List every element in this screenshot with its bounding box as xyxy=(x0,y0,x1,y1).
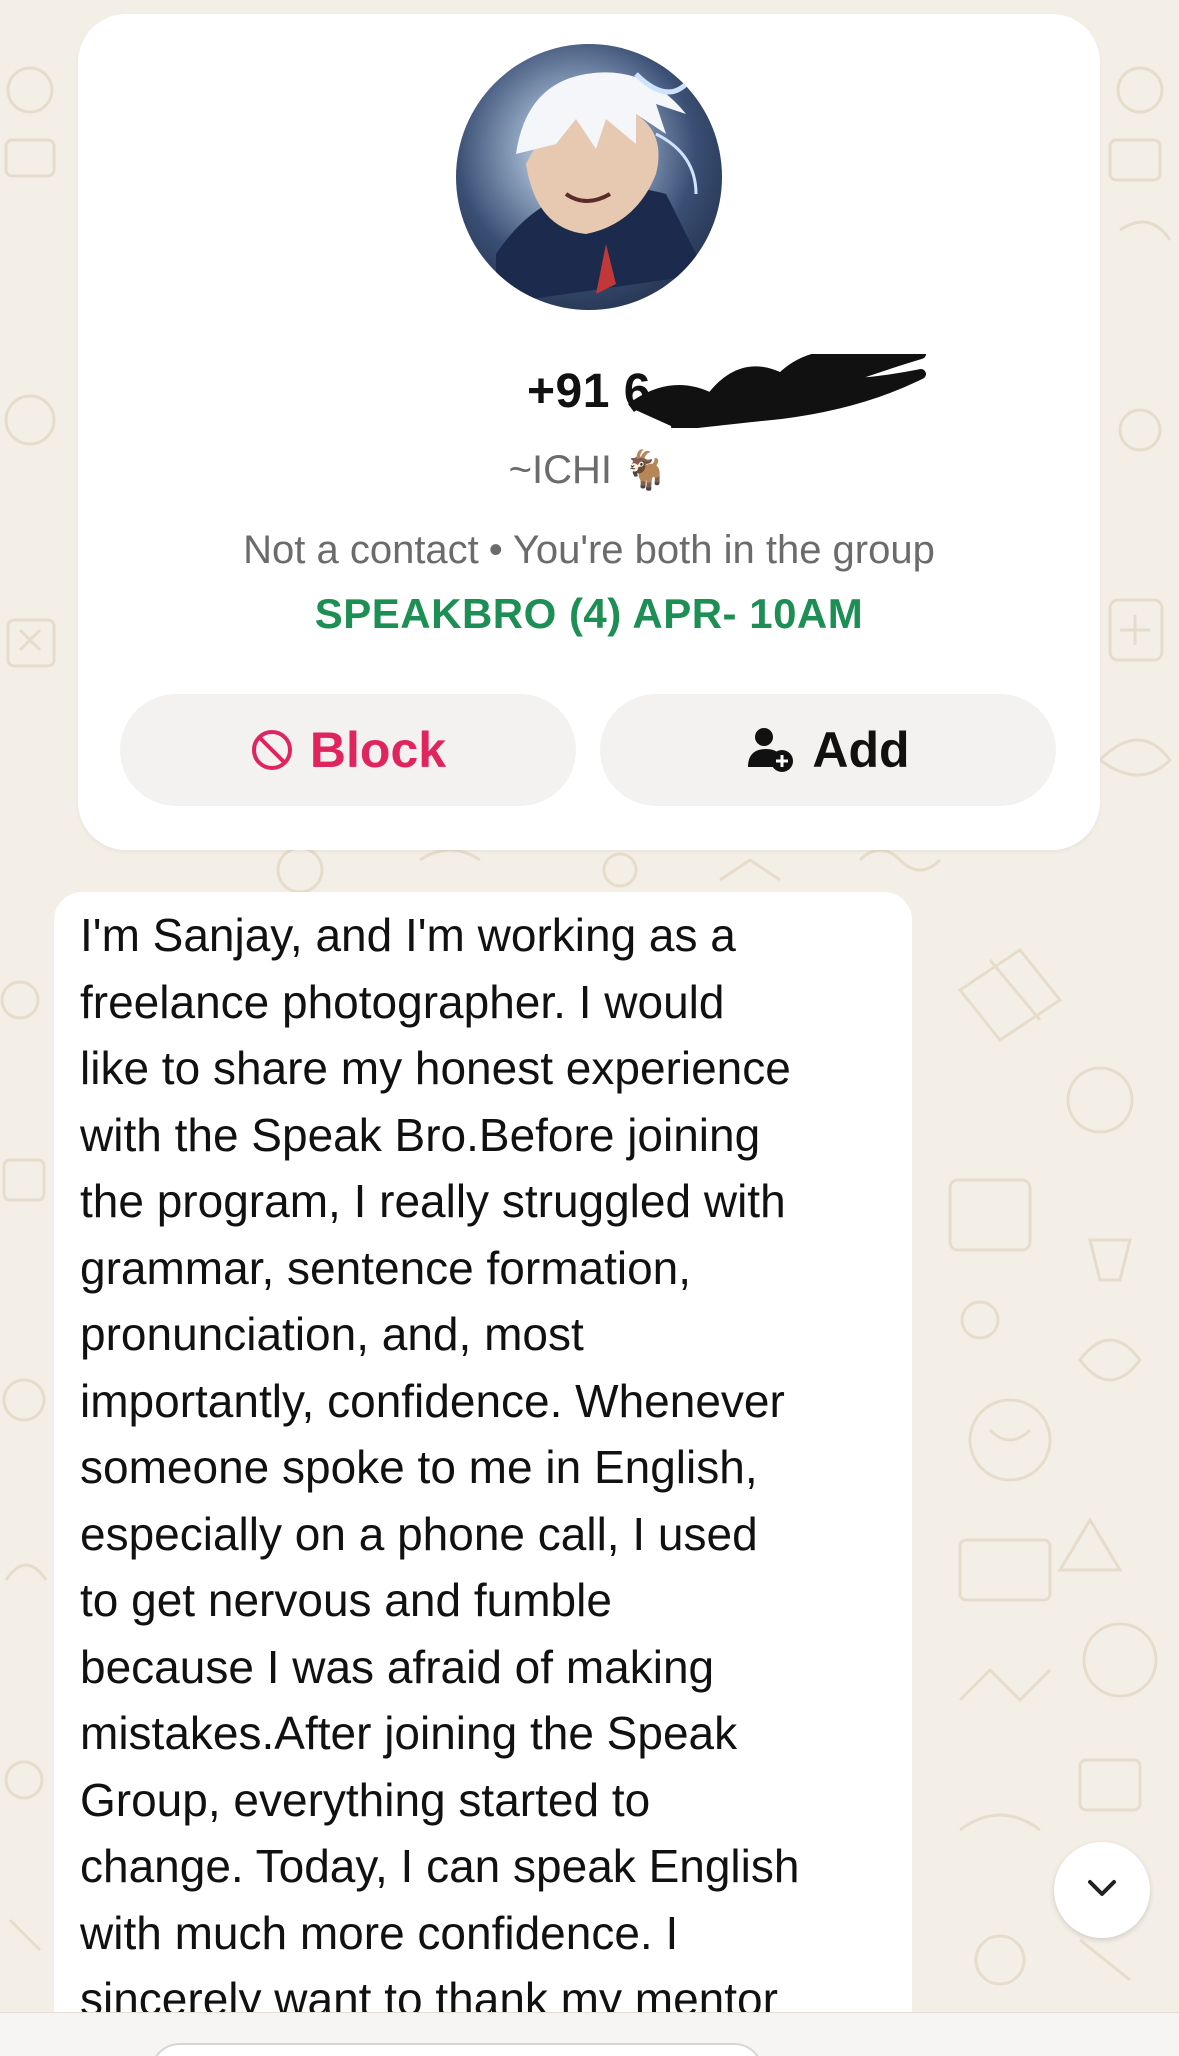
message-line: like to share my honest experience xyxy=(80,1042,791,1094)
message-text: I'm Sanjay, and I'm working as a freelan… xyxy=(80,902,900,2012)
message-line: because I was afraid of making xyxy=(80,1640,715,1693)
message-line: sincerely want to thank my mentor xyxy=(80,1973,778,2012)
message-line: pronunciation, and, most xyxy=(80,1308,584,1360)
message-line: especially on a phone call, I used xyxy=(80,1507,758,1560)
contact-avatar[interactable] xyxy=(456,44,722,310)
message-line: I'm Sanjay, and I'm working as a xyxy=(80,909,736,961)
block-label: Block xyxy=(309,722,447,778)
scroll-to-bottom-button[interactable] xyxy=(1054,1842,1150,1938)
message-input[interactable] xyxy=(150,2043,764,2056)
message-line: importantly, confidence. Whenever xyxy=(80,1374,785,1427)
message-line: someone spoke to me in English, xyxy=(80,1441,758,1493)
anime-character-avatar-icon xyxy=(496,72,706,304)
contact-info-card: +91 6 ~ICHI 🐐 Not a contact • You're both i… xyxy=(78,14,1100,850)
contact-context: Not a contact • You're both in the group xyxy=(78,528,1100,573)
message-line: with much more confidence. I xyxy=(80,1906,679,1959)
message-line: with the Speak Bro.Before joining xyxy=(80,1108,761,1161)
chevron-down-icon xyxy=(1082,1868,1122,1913)
redaction-scribble-icon xyxy=(628,354,927,428)
block-icon xyxy=(250,728,294,772)
message-line: Group, everything started to xyxy=(80,1773,651,1826)
shared-group-link[interactable]: SPEAKBRO (4) APR- 10AM xyxy=(78,590,1100,638)
message-line: freelance photographer. I would xyxy=(80,975,725,1028)
add-contact-button[interactable]: Add xyxy=(600,694,1056,806)
contact-status: Not a contact xyxy=(243,528,479,572)
message-line: the program, I really struggled with xyxy=(80,1175,786,1227)
block-button[interactable]: Block xyxy=(120,694,576,806)
message-line: grammar, sentence formation, xyxy=(80,1241,692,1294)
incoming-message-bubble[interactable]: I'm Sanjay, and I'm working as a freelan… xyxy=(54,892,912,2012)
contact-phone-number: +91 6 xyxy=(527,354,927,428)
message-line: mistakes.After joining the Speak xyxy=(80,1707,738,1759)
message-line: to get nervous and fumble xyxy=(80,1574,612,1626)
goat-emoji: 🐐 xyxy=(622,450,670,492)
separator-dot: • xyxy=(488,528,503,572)
composer-bar xyxy=(0,2012,1179,2056)
contact-display-name: ~ICHI 🐐 xyxy=(508,448,670,492)
message-line: change. Today, I can speak English xyxy=(80,1840,800,1892)
add-person-icon xyxy=(746,725,796,775)
shared-group-text: You're both in the group xyxy=(512,528,935,572)
add-label: Add xyxy=(812,722,910,778)
